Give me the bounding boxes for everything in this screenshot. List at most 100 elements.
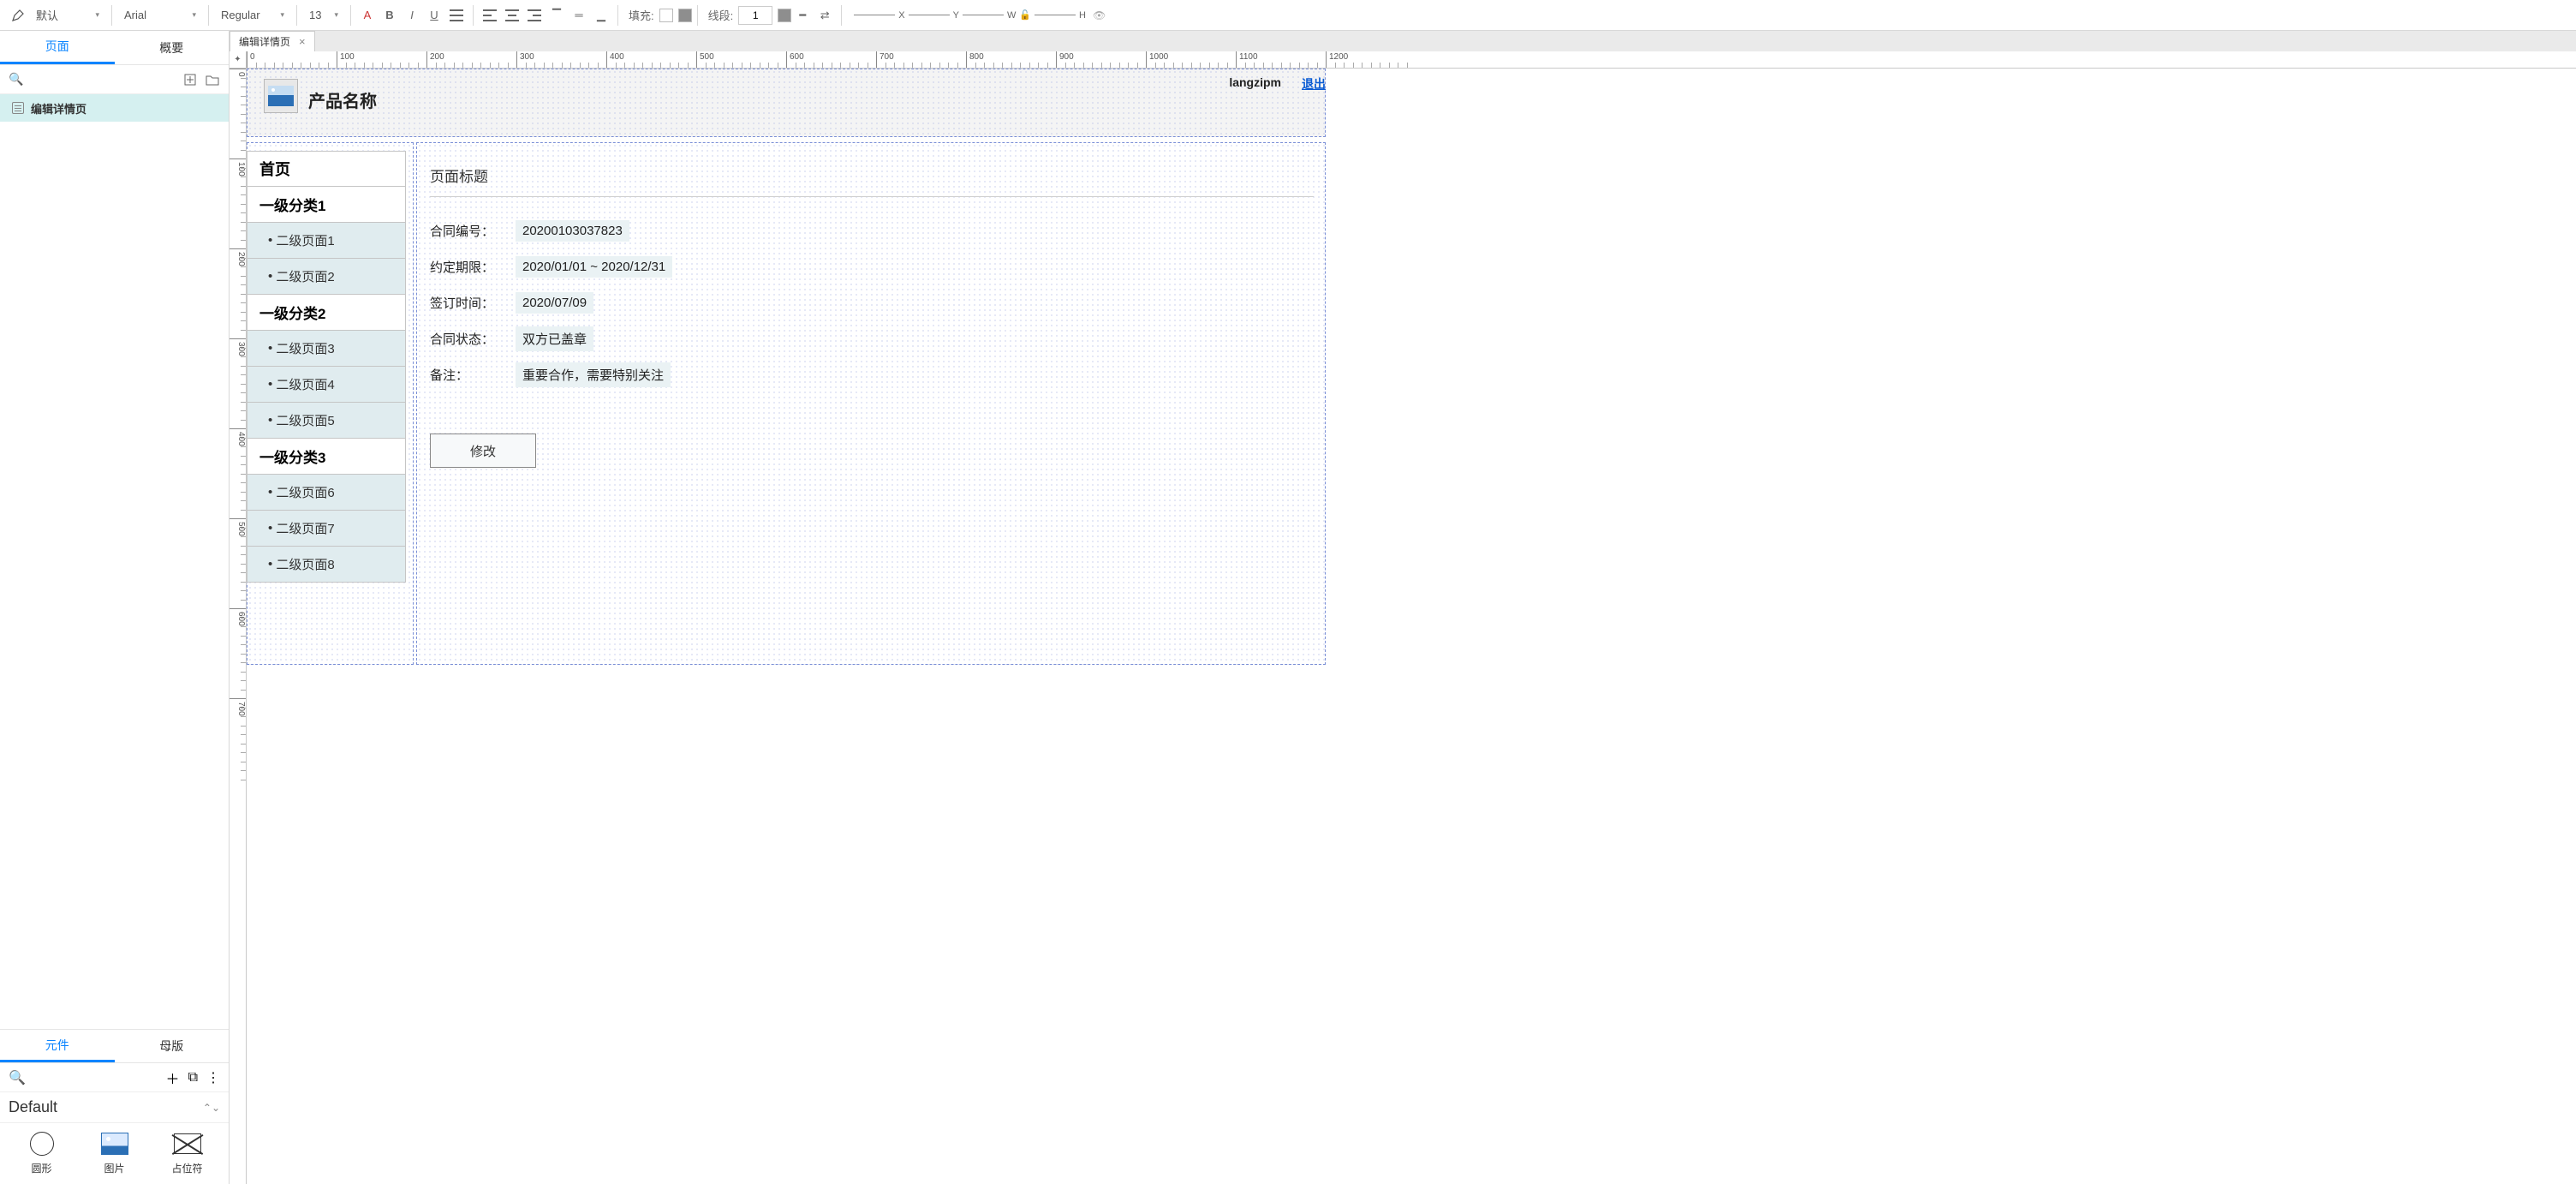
nav-subpage-7[interactable]: • 二级页面7 — [247, 511, 406, 547]
position-size-controls: X Y W 🔓 H 👁 — [854, 9, 1106, 21]
valign-middle-icon[interactable]: ═ — [568, 4, 590, 27]
underline-icon[interactable]: U — [423, 4, 445, 27]
canvas-area: 编辑详情页 × ✦ 010020030040050060070080090010… — [230, 31, 2576, 1184]
chevron-down-icon: ▾ — [192, 10, 196, 20]
font-family-select[interactable]: Arial ▾ — [117, 3, 203, 27]
valign-top-icon[interactable]: ▔ — [546, 4, 568, 27]
page-tree-item-label: 编辑详情页 — [31, 100, 86, 117]
nav-subpage-3[interactable]: • 二级页面3 — [247, 331, 406, 367]
field-contract-no: 合同编号： 20200103037823 — [430, 212, 1314, 248]
valign-bottom-icon[interactable]: ▁ — [590, 4, 612, 27]
align-left-icon[interactable] — [479, 4, 501, 27]
fill-label: 填充: — [629, 7, 654, 23]
logout-link[interactable]: 退出 — [1302, 75, 1326, 93]
stroke-color-swatch[interactable] — [778, 9, 791, 22]
ruler-corner[interactable]: ✦ — [230, 51, 247, 69]
add-folder-icon[interactable] — [205, 72, 220, 87]
stroke-width-input[interactable] — [738, 6, 772, 25]
line-style-icon[interactable]: ━ — [791, 4, 814, 27]
page-tree: 编辑详情页 — [0, 94, 229, 122]
nav-category-1[interactable]: 一级分类1 — [247, 187, 406, 223]
lock-icon[interactable]: 🔓 — [1019, 9, 1031, 21]
field-label: 约定期限： — [430, 258, 516, 276]
stencil-ellipse[interactable]: 圆形 — [5, 1132, 78, 1175]
font-weight-value: Regular — [221, 9, 260, 21]
vertical-ruler[interactable]: 0100200300400500600700 — [230, 69, 247, 1184]
stencil-image[interactable]: 图片 — [78, 1132, 151, 1175]
stencil-placeholder[interactable]: 占位符 — [151, 1132, 224, 1175]
font-size-select[interactable]: 13 ▾ — [302, 3, 345, 27]
edit-button[interactable]: 修改 — [430, 434, 536, 468]
username-label: langzipm — [1229, 75, 1281, 89]
nav-subpage-6[interactable]: • 二级页面6 — [247, 475, 406, 511]
fill-color-swatch[interactable] — [659, 9, 673, 22]
field-signed: 签订时间： 2020/07/09 — [430, 284, 1314, 320]
product-logo[interactable] — [264, 79, 298, 113]
italic-icon[interactable]: I — [401, 4, 423, 27]
library-panel-tabs: 元件 母版 — [0, 1029, 229, 1063]
field-status: 合同状态： 双方已盖章 — [430, 320, 1314, 356]
top-toolbar: 默认 ▾ Arial ▾ Regular ▾ 13 ▾ A B I U ▔ ═ … — [0, 0, 2576, 31]
bold-icon[interactable]: B — [379, 4, 401, 27]
add-icon[interactable]: ＋ — [166, 1067, 180, 1088]
copy-icon[interactable]: ⧉ — [188, 1070, 198, 1085]
tab-outline[interactable]: 概要 — [115, 31, 230, 64]
field-label: 签订时间： — [430, 294, 516, 312]
nav-subpage-1[interactable]: • 二级页面1 — [247, 223, 406, 259]
align-center-icon[interactable] — [501, 4, 523, 27]
chevron-down-icon: ▾ — [280, 10, 284, 20]
search-icon[interactable]: 🔍 — [9, 72, 23, 87]
nav-subpage-5[interactable]: • 二级页面5 — [247, 403, 406, 439]
expand-collapse-icon: ⌃⌄ — [203, 1102, 220, 1114]
page-heading: 页面标题 — [430, 164, 1314, 197]
add-page-icon[interactable] — [182, 72, 198, 87]
field-value: 2020/01/01 ~ 2020/12/31 — [516, 256, 672, 278]
font-size-value: 13 — [309, 9, 321, 21]
nav-subpage-8[interactable]: • 二级页面8 — [247, 547, 406, 583]
page-tree-item[interactable]: 编辑详情页 — [0, 94, 229, 122]
horizontal-ruler[interactable]: 0100200300400500600700800900100011001200 — [247, 51, 2576, 69]
pencil-icon[interactable] — [7, 4, 29, 27]
field-value: 重要合作，需要特别关注 — [516, 362, 671, 387]
arrow-style-icon[interactable]: ⇄ — [814, 4, 836, 27]
pages-search-row: 🔍 — [0, 65, 229, 94]
document-tab[interactable]: 编辑详情页 × — [230, 31, 315, 51]
bullet-list-icon[interactable] — [445, 4, 468, 27]
fill-color-swatch-2[interactable] — [678, 9, 692, 22]
page-icon — [12, 102, 24, 114]
library-search-row: 🔍 ＋ ⧉ ⋮ — [0, 1063, 229, 1092]
nav-home[interactable]: 首页 — [247, 151, 406, 187]
mock-content: 页面标题 合同编号： 20200103037823 约定期限： 2020/01/… — [418, 151, 1326, 502]
stroke-label: 线段: — [708, 7, 734, 23]
field-period: 约定期限： 2020/01/01 ~ 2020/12/31 — [430, 248, 1314, 284]
nav-category-2[interactable]: 一级分类2 — [247, 295, 406, 331]
chevron-down-icon: ▾ — [334, 10, 338, 20]
field-label: 合同状态： — [430, 330, 516, 348]
library-section-header[interactable]: Default ⌃⌄ — [0, 1092, 229, 1123]
nav-category-3[interactable]: 一级分类3 — [247, 439, 406, 475]
field-value: 20200103037823 — [516, 220, 629, 242]
font-weight-select[interactable]: Regular ▾ — [214, 3, 291, 27]
stencil-label: 图片 — [104, 1161, 124, 1175]
stencil-label: 占位符 — [171, 1161, 202, 1175]
style-preset-select[interactable]: 默认 ▾ — [29, 3, 106, 27]
nav-subpage-2[interactable]: • 二级页面2 — [247, 259, 406, 295]
mock-sidebar: 首页 一级分类1 • 二级页面1 • 二级页面2 一级分类2 • 二级页面3 •… — [247, 151, 406, 583]
close-tab-icon[interactable]: × — [299, 35, 306, 48]
left-panel: 页面 概要 🔍 编辑详情页 元件 母版 🔍 ＋ ⧉ ⋮ Default ⌃⌄ — [0, 31, 230, 1184]
field-value: 2020/07/09 — [516, 292, 593, 314]
visibility-icon[interactable]: 👁 — [1093, 9, 1106, 21]
field-remark: 备注： 重要合作，需要特别关注 — [430, 356, 1314, 392]
search-icon[interactable]: 🔍 — [9, 1069, 26, 1086]
align-right-icon[interactable] — [523, 4, 546, 27]
tab-widgets[interactable]: 元件 — [0, 1030, 115, 1062]
text-color-icon[interactable]: A — [356, 4, 379, 27]
font-family-value: Arial — [124, 9, 146, 21]
tab-pages[interactable]: 页面 — [0, 31, 115, 64]
chevron-down-icon: ▾ — [95, 10, 99, 20]
nav-subpage-4[interactable]: • 二级页面4 — [247, 367, 406, 403]
field-value: 双方已盖章 — [516, 326, 593, 351]
design-surface[interactable]: 产品名称 langzipm 退出 首页 一级分类1 • 二级页面1 • 二级页面… — [247, 69, 2576, 1184]
more-icon[interactable]: ⋮ — [206, 1069, 220, 1086]
tab-masters[interactable]: 母版 — [115, 1030, 230, 1062]
